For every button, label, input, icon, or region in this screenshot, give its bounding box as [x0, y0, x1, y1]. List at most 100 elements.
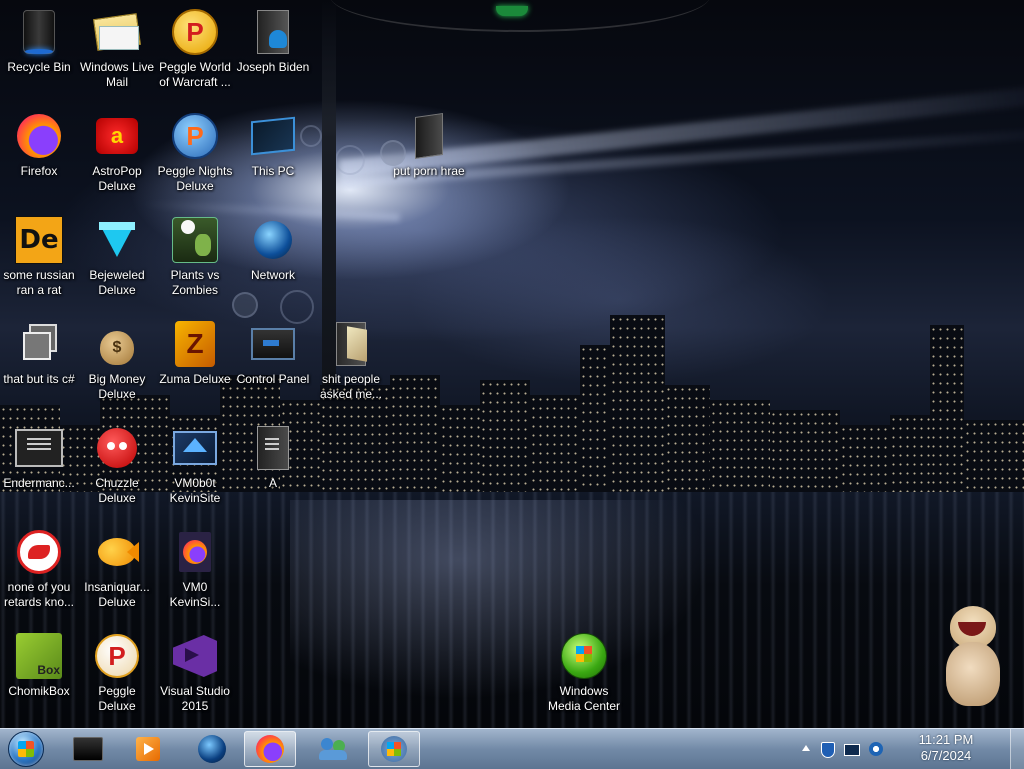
icon-label: Firefox [20, 164, 58, 178]
desktop-icon-zuma[interactable]: Z Zuma Deluxe [156, 320, 234, 387]
media-center-icon [560, 632, 608, 680]
taskbar: 11:21 PM 6/7/2024 [0, 728, 1024, 769]
users-icon [319, 736, 349, 762]
icon-label: Chuzzle Deluxe [95, 476, 139, 505]
taskbar-item-firefox[interactable] [244, 731, 296, 767]
start-orb-icon [8, 731, 44, 767]
control-panel-icon [249, 320, 297, 368]
show-hidden-arrow-icon [802, 745, 810, 751]
astropop-icon: a [93, 112, 141, 160]
desktop-icon-windows-media-center[interactable]: Windows Media Center [545, 632, 623, 714]
globe-icon [198, 735, 226, 763]
icon-label: Windows Live Mail [79, 60, 155, 89]
desktop-icon-big-money[interactable]: $ Big Money Deluxe [78, 320, 156, 402]
firefox-file-icon [171, 528, 219, 576]
media-player-icon [136, 737, 160, 761]
peggle-deluxe-icon: P [93, 632, 141, 680]
computer-icon [249, 112, 297, 160]
desktop-icon-peggle-deluxe[interactable]: P Peggle Deluxe [78, 632, 156, 714]
terminal-icon [15, 424, 63, 472]
open-folder-icon [327, 320, 375, 368]
taskbar-item-globe[interactable] [186, 731, 238, 767]
tray-volume[interactable] [868, 741, 884, 757]
plants-vs-zombies-icon [171, 216, 219, 264]
firefox-icon [256, 735, 284, 763]
de-app-icon: De [15, 216, 63, 264]
start-button[interactable] [4, 730, 48, 768]
icon-label: A [268, 476, 277, 490]
taskbar-item-windows[interactable] [368, 731, 420, 767]
volume-icon [869, 742, 883, 756]
desktop-icon-control-panel[interactable]: Control Panel [234, 320, 312, 387]
desktop-icon-plants-vs-zombies[interactable]: Plants vs Zombies [156, 216, 234, 298]
desktop-icon-peggle-wow[interactable]: P Peggle World of Warcraft ... [156, 8, 234, 90]
peggle-icon: P [171, 8, 219, 56]
zuma-icon: Z [171, 320, 219, 368]
desktop-icon-firefox[interactable]: Firefox [0, 112, 78, 179]
desktop-icon-a[interactable]: A [234, 424, 312, 491]
desktop-icon-this-pc[interactable]: This PC [234, 112, 312, 179]
water-glow [290, 500, 710, 700]
tray-clock[interactable]: 11:21 PM 6/7/2024 [896, 732, 996, 764]
desktop-icon-endermanc[interactable]: Endermanc... [0, 424, 78, 491]
desktop-icon-peggle-nights[interactable]: P Peggle Nights Deluxe [156, 112, 234, 194]
desktop-icon-vm0b0t[interactable]: VM0b0t KevinSite [156, 424, 234, 506]
taskbar-item-media-player[interactable] [122, 731, 174, 767]
desktop-icon-that-but-its-csharp[interactable]: that but its c# [0, 320, 78, 387]
goldfish-icon [93, 528, 141, 576]
desktop-icon-shit-people-asked-me[interactable]: shit people asked me... [312, 320, 390, 402]
icon-label: put porn hrae [393, 164, 465, 178]
user-folder-icon [249, 8, 297, 56]
desktop-icon-chuzzle[interactable]: Chuzzle Deluxe [78, 424, 156, 506]
swirl-ornament [335, 145, 365, 175]
visual-studio-icon [171, 632, 219, 680]
desktop-icon-put-porn-hrae[interactable]: put porn hrae [390, 112, 468, 179]
tray-security[interactable] [820, 741, 836, 758]
vm-icon [171, 424, 219, 472]
desktop-icon-vm0-kevinsite[interactable]: VM0 KevinSi... [156, 528, 234, 610]
desktop-icon-chomikbox[interactable]: Box ChomikBox [0, 632, 78, 699]
show-desktop-button[interactable] [1010, 729, 1024, 769]
mail-icon [92, 8, 142, 56]
security-shield-icon [821, 742, 835, 758]
taskbar-item-terminal[interactable] [62, 731, 114, 767]
desktop-icon-insaniquarium[interactable]: Insaniquar... Deluxe [78, 528, 156, 610]
icon-label: none of you retards kno... [3, 580, 75, 609]
desktop-icon-network[interactable]: Network [234, 216, 312, 283]
icon-label: ChomikBox [8, 684, 70, 698]
icon-label: AstroPop Deluxe [92, 164, 142, 193]
tray-display[interactable] [844, 741, 860, 757]
wallpaper-green-light [496, 6, 528, 16]
icon-label: Visual Studio 2015 [160, 684, 230, 713]
desktop-icon-windows-live-mail[interactable]: Windows Live Mail [78, 8, 156, 90]
icon-label: Bejeweled Deluxe [89, 268, 145, 297]
desktop-icon-some-russian[interactable]: De some russian ran a rat [0, 216, 78, 298]
clock-time: 11:21 PM [918, 732, 974, 747]
desktop-icon-visual-studio[interactable]: Visual Studio 2015 [156, 632, 234, 714]
window-stack-icon [15, 320, 63, 368]
desktop-icon-none-of-you[interactable]: none of you retards kno... [0, 528, 78, 610]
icon-label: Big Money Deluxe [88, 372, 146, 401]
desktop-icon-bejeweled[interactable]: Bejeweled Deluxe [78, 216, 156, 298]
icon-label: Plants vs Zombies [170, 268, 220, 297]
tray-expand-button[interactable] [798, 741, 814, 757]
icon-label: some russian ran a rat [3, 268, 75, 297]
desktop-icon-joseph-biden[interactable]: Joseph Biden [234, 8, 312, 75]
icon-label: Peggle Nights Deluxe [157, 164, 233, 193]
chuzzle-icon [93, 424, 141, 472]
icon-label: Control Panel [236, 372, 310, 386]
desktop-icon-recycle-bin[interactable]: Recycle Bin [0, 8, 78, 75]
icon-label: Peggle Deluxe [98, 684, 136, 713]
desktop-icon-astropop[interactable]: a AstroPop Deluxe [78, 112, 156, 194]
red-dragon-icon [15, 528, 63, 576]
icon-label: Recycle Bin [7, 60, 71, 74]
icon-label: VM0b0t KevinSite [169, 476, 221, 505]
taskbar-item-users[interactable] [308, 731, 360, 767]
display-icon [844, 744, 860, 756]
clock-date: 6/7/2024 [920, 748, 972, 763]
firefox-icon [15, 112, 63, 160]
network-icon [249, 216, 297, 264]
windows-logo-icon [381, 736, 407, 762]
icon-label: Network [250, 268, 295, 282]
wallpaper-arc [330, 0, 710, 32]
